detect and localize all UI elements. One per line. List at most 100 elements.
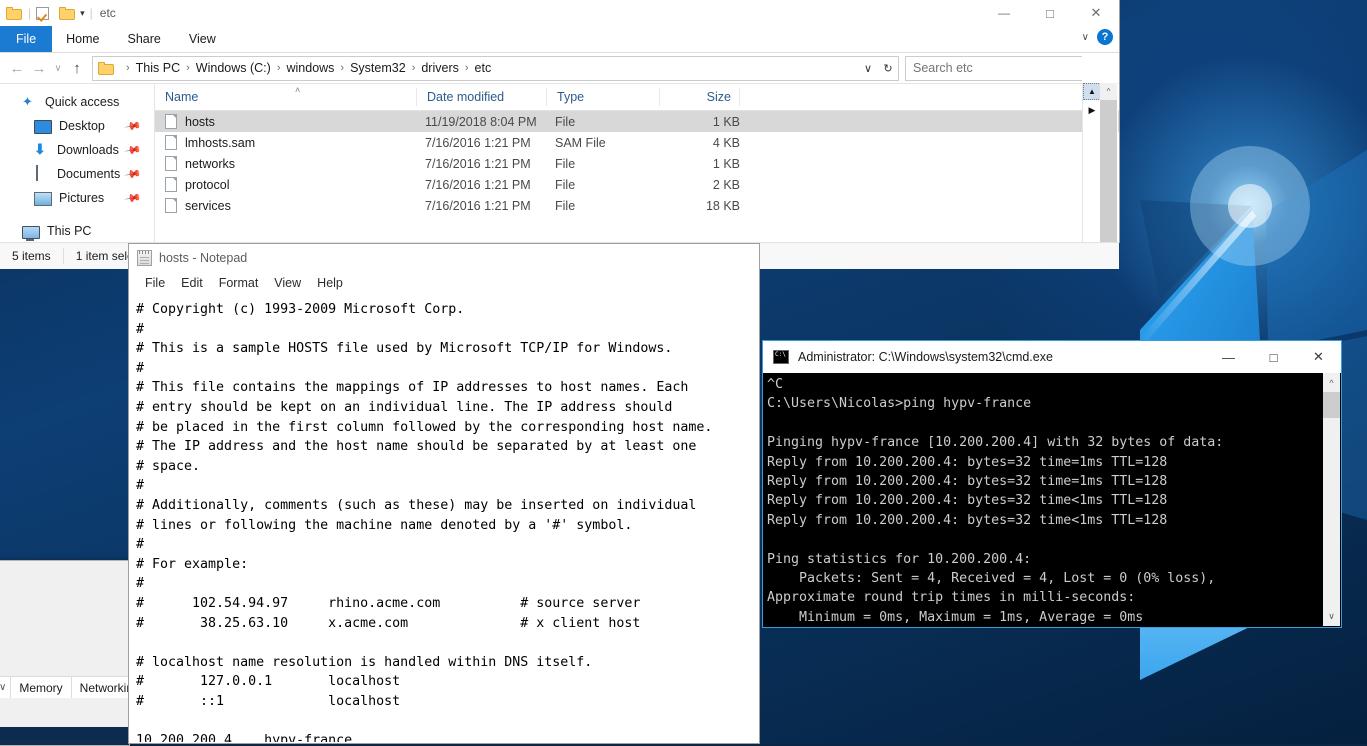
breadcrumb-windows[interactable]: windows [285,61,335,75]
console-icon [773,350,789,364]
maximize-button[interactable]: □ [1251,341,1296,373]
maximize-button[interactable]: □ [1027,0,1073,26]
up-button[interactable]: ↑ [66,56,88,80]
download-icon: ⬇ [34,141,46,157]
vertical-scrollbar[interactable]: ^ [1100,83,1117,242]
table-row[interactable]: hosts 11/19/2018 8:04 PM File 1 KB [155,111,1119,132]
close-button[interactable]: ✕ [1073,0,1119,26]
menu-view[interactable]: View [266,276,309,290]
menu-format[interactable]: Format [211,276,267,290]
tab-view[interactable]: View [175,26,230,52]
breadcrumb-sep-4: › [411,62,416,74]
menu-file[interactable]: File [137,276,173,290]
scrollbar-thumb[interactable] [1100,100,1117,242]
column-header-type[interactable]: Type [547,88,660,106]
pin-icon[interactable]: 📌 [124,141,143,160]
picture-icon [34,192,52,206]
forward-button[interactable]: → [28,56,50,80]
file-name: networks [185,156,236,171]
sidebar-item-this-pc[interactable]: This PC [0,219,154,242]
recent-locations-button[interactable]: ∨ [50,56,66,80]
table-row[interactable]: networks 7/16/2016 1:21 PM File 1 KB [155,153,1119,174]
back-button[interactable]: ← [6,56,28,80]
tab-share[interactable]: Share [114,26,175,52]
explorer-window-controls[interactable]: — □ ✕ [981,0,1119,26]
tab-overflow-chevron-icon[interactable]: ∨ [0,677,12,699]
sidebar-item-quick-access[interactable]: ✦ Quick access [0,90,154,114]
file-icon [165,177,177,192]
tab-memory[interactable]: Memory [11,677,72,699]
properties-icon[interactable] [36,6,50,20]
file-type: File [555,177,576,192]
ribbon-expand-chevron-icon[interactable]: ∨ [1082,32,1089,43]
search-input[interactable] [911,60,1095,76]
help-icon[interactable]: ? [1097,29,1113,45]
breadcrumb-windows-c[interactable]: Windows (C:) [195,61,272,75]
breadcrumb-drivers[interactable]: drivers [420,61,460,75]
notepad-title-bar[interactable]: hosts - Notepad [129,244,759,272]
menu-edit[interactable]: Edit [173,276,211,290]
address-dropdown-icon[interactable]: ∨ [858,58,878,79]
breadcrumb-this-pc[interactable]: This PC [135,61,181,75]
folder-icon[interactable] [6,6,23,20]
refresh-icon[interactable]: ↻ [878,58,898,79]
command-prompt-window[interactable]: Administrator: C:\Windows\system32\cmd.e… [762,340,1342,628]
scrollbar-down-icon[interactable]: ∨ [1323,607,1340,626]
breadcrumb[interactable]: › This PC › Windows (C:) › windows › Sys… [92,55,899,81]
minimize-button[interactable]: — [1206,341,1251,373]
column-headers[interactable]: Name Date modified Type Size ˄ [155,84,1119,111]
minimize-button[interactable]: — [981,0,1027,26]
new-folder-icon[interactable] [59,6,76,20]
tab-file[interactable]: File [0,26,53,52]
explorer-right-scroll-column[interactable]: ▲ ▶ ^ [1082,53,1118,242]
sidebar-item-downloads[interactable]: ⬇ Downloads 📌 [0,138,154,162]
expand-arrow-icon[interactable]: ▶ [1083,100,1101,120]
scrollbar-thumb[interactable] [1323,392,1340,418]
notepad-window[interactable]: hosts - Notepad File Edit Format View He… [128,243,760,744]
column-header-name[interactable]: Name [155,88,417,106]
quick-access-toolbar[interactable]: | ▾ | etc [0,6,116,20]
list-scroll-up-area[interactable]: ▲ ▶ [1082,83,1101,242]
file-icon [165,135,177,150]
pin-icon[interactable]: 📌 [124,165,143,184]
notepad-text-area[interactable]: # Copyright (c) 1993-2009 Microsoft Corp… [130,296,758,742]
file-date: 7/16/2016 1:21 PM [425,156,531,171]
pc-icon [22,225,40,241]
table-row[interactable]: services 7/16/2016 1:21 PM File 18 KB [155,195,1119,216]
pin-icon[interactable]: 📌 [124,189,143,208]
table-row[interactable]: protocol 7/16/2016 1:21 PM File 2 KB [155,174,1119,195]
sidebar-item-desktop[interactable]: Desktop 📌 [0,114,154,138]
scrollbar-up-icon[interactable]: ^ [1323,373,1340,392]
task-manager-tabs[interactable]: ∨ Memory Networking [0,676,149,700]
explorer-title-bar[interactable]: | ▾ | etc — □ ✕ [0,0,1119,26]
tab-home[interactable]: Home [52,26,113,52]
customize-chevron-icon[interactable]: ▾ [80,8,85,19]
scrollbar-up-icon[interactable]: ^ [1100,83,1117,100]
ribbon-tab-bar[interactable]: File Home Share View ∨ ? [0,26,1119,53]
file-type: File [555,198,576,213]
address-bar[interactable]: ← → ∨ ↑ › This PC › Windows (C:) › windo… [0,53,1119,83]
cmd-window-controls[interactable]: — □ ✕ [1206,341,1341,373]
column-header-date[interactable]: Date modified [417,88,547,106]
navigation-pane[interactable]: ✦ Quick access Desktop 📌 ⬇ Downloads 📌 D… [0,84,154,242]
breadcrumb-sep-3: › [340,62,345,74]
task-manager-window[interactable]: ∨ Memory Networking [0,560,149,746]
notepad-menu-bar[interactable]: File Edit Format View Help [129,272,759,294]
pin-icon[interactable]: 📌 [124,117,143,136]
file-list-view[interactable]: Name Date modified Type Size ˄ hosts 11/… [154,84,1119,242]
scroll-up-icon[interactable]: ▲ [1083,83,1101,100]
close-button[interactable]: ✕ [1296,341,1341,373]
sidebar-item-documents[interactable]: Documents 📌 [0,162,154,186]
menu-help[interactable]: Help [309,276,351,290]
file-size: 4 KB [712,135,740,150]
sidebar-item-pictures[interactable]: Pictures 📌 [0,186,154,210]
console-vertical-scrollbar[interactable]: ^ ∨ [1323,373,1340,626]
cmd-title-bar[interactable]: Administrator: C:\Windows\system32\cmd.e… [763,341,1341,373]
console-text: ^C C:\Users\Nicolas>ping hypv-france Pin… [767,377,1224,625]
table-row[interactable]: lmhosts.sam 7/16/2016 1:21 PM SAM File 4… [155,132,1119,153]
breadcrumb-system32[interactable]: System32 [349,61,407,75]
column-header-size[interactable]: Size [660,88,740,106]
console-output[interactable]: ^C C:\Users\Nicolas>ping hypv-france Pin… [764,373,1323,626]
breadcrumb-etc[interactable]: etc [474,61,493,75]
file-explorer-window[interactable]: | ▾ | etc — □ ✕ File Home Share View ∨ ?… [0,0,1120,269]
